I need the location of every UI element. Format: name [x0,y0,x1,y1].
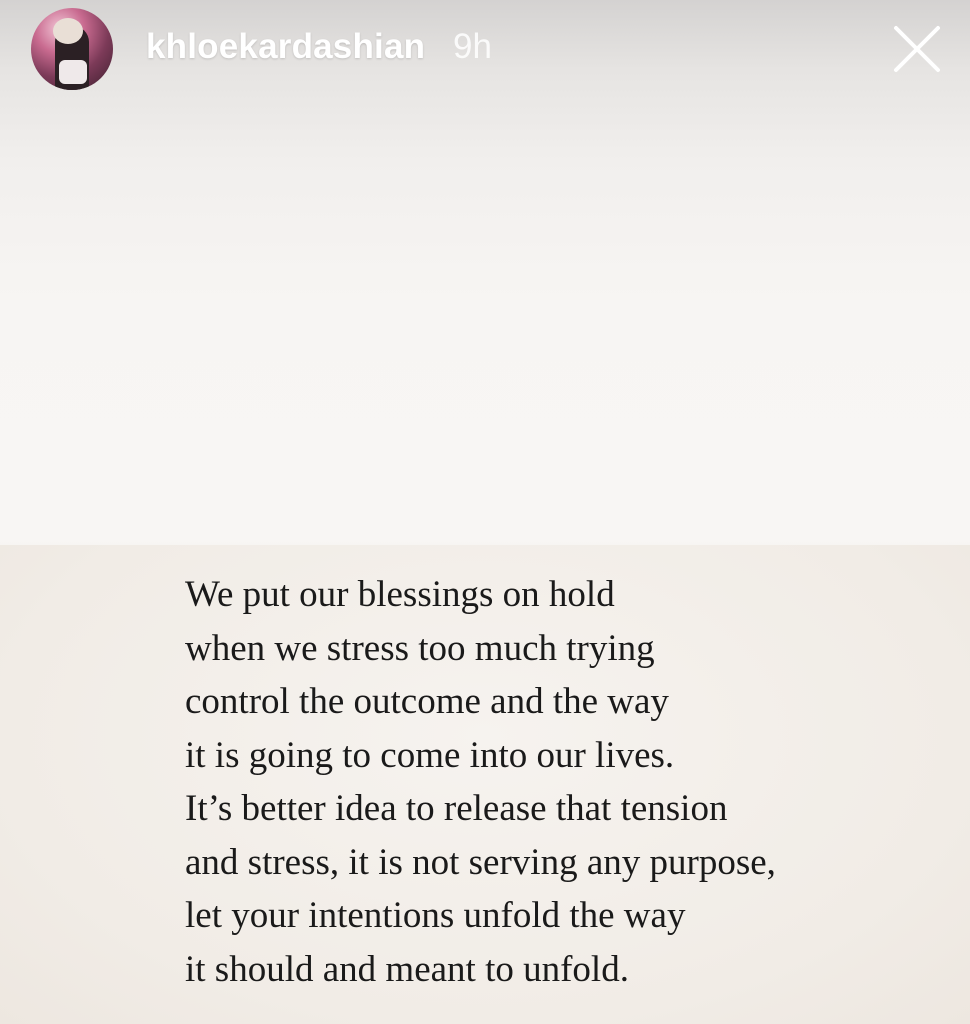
quote-line: control the outcome and the way [185,681,669,722]
avatar-hair [53,18,83,44]
story-view[interactable]: khloekardashian 9h We put our blessings … [0,0,970,1024]
close-button[interactable] [890,22,944,76]
quote-line: when we stress too much trying [185,627,655,669]
quote-line: it should and meant to unfold. [185,948,629,990]
quote-line: it is going to come into our lives. [185,734,675,776]
quote-text: We put our blessings on hold when we str… [185,568,905,996]
story-header: khloekardashian 9h [0,0,970,100]
avatar-shirt [59,60,87,84]
close-icon [894,26,940,72]
quote-line: let your intentions unfold the way [185,895,686,936]
avatar[interactable] [31,8,113,90]
quote-line: and stress, it is not serving any purpos… [185,841,776,883]
quote-line: We put our blessings on hold [185,574,615,615]
quote-line: It’s better idea to release that tension [185,788,728,829]
timestamp: 9h [453,27,492,66]
username[interactable]: khloekardashian [146,27,425,67]
